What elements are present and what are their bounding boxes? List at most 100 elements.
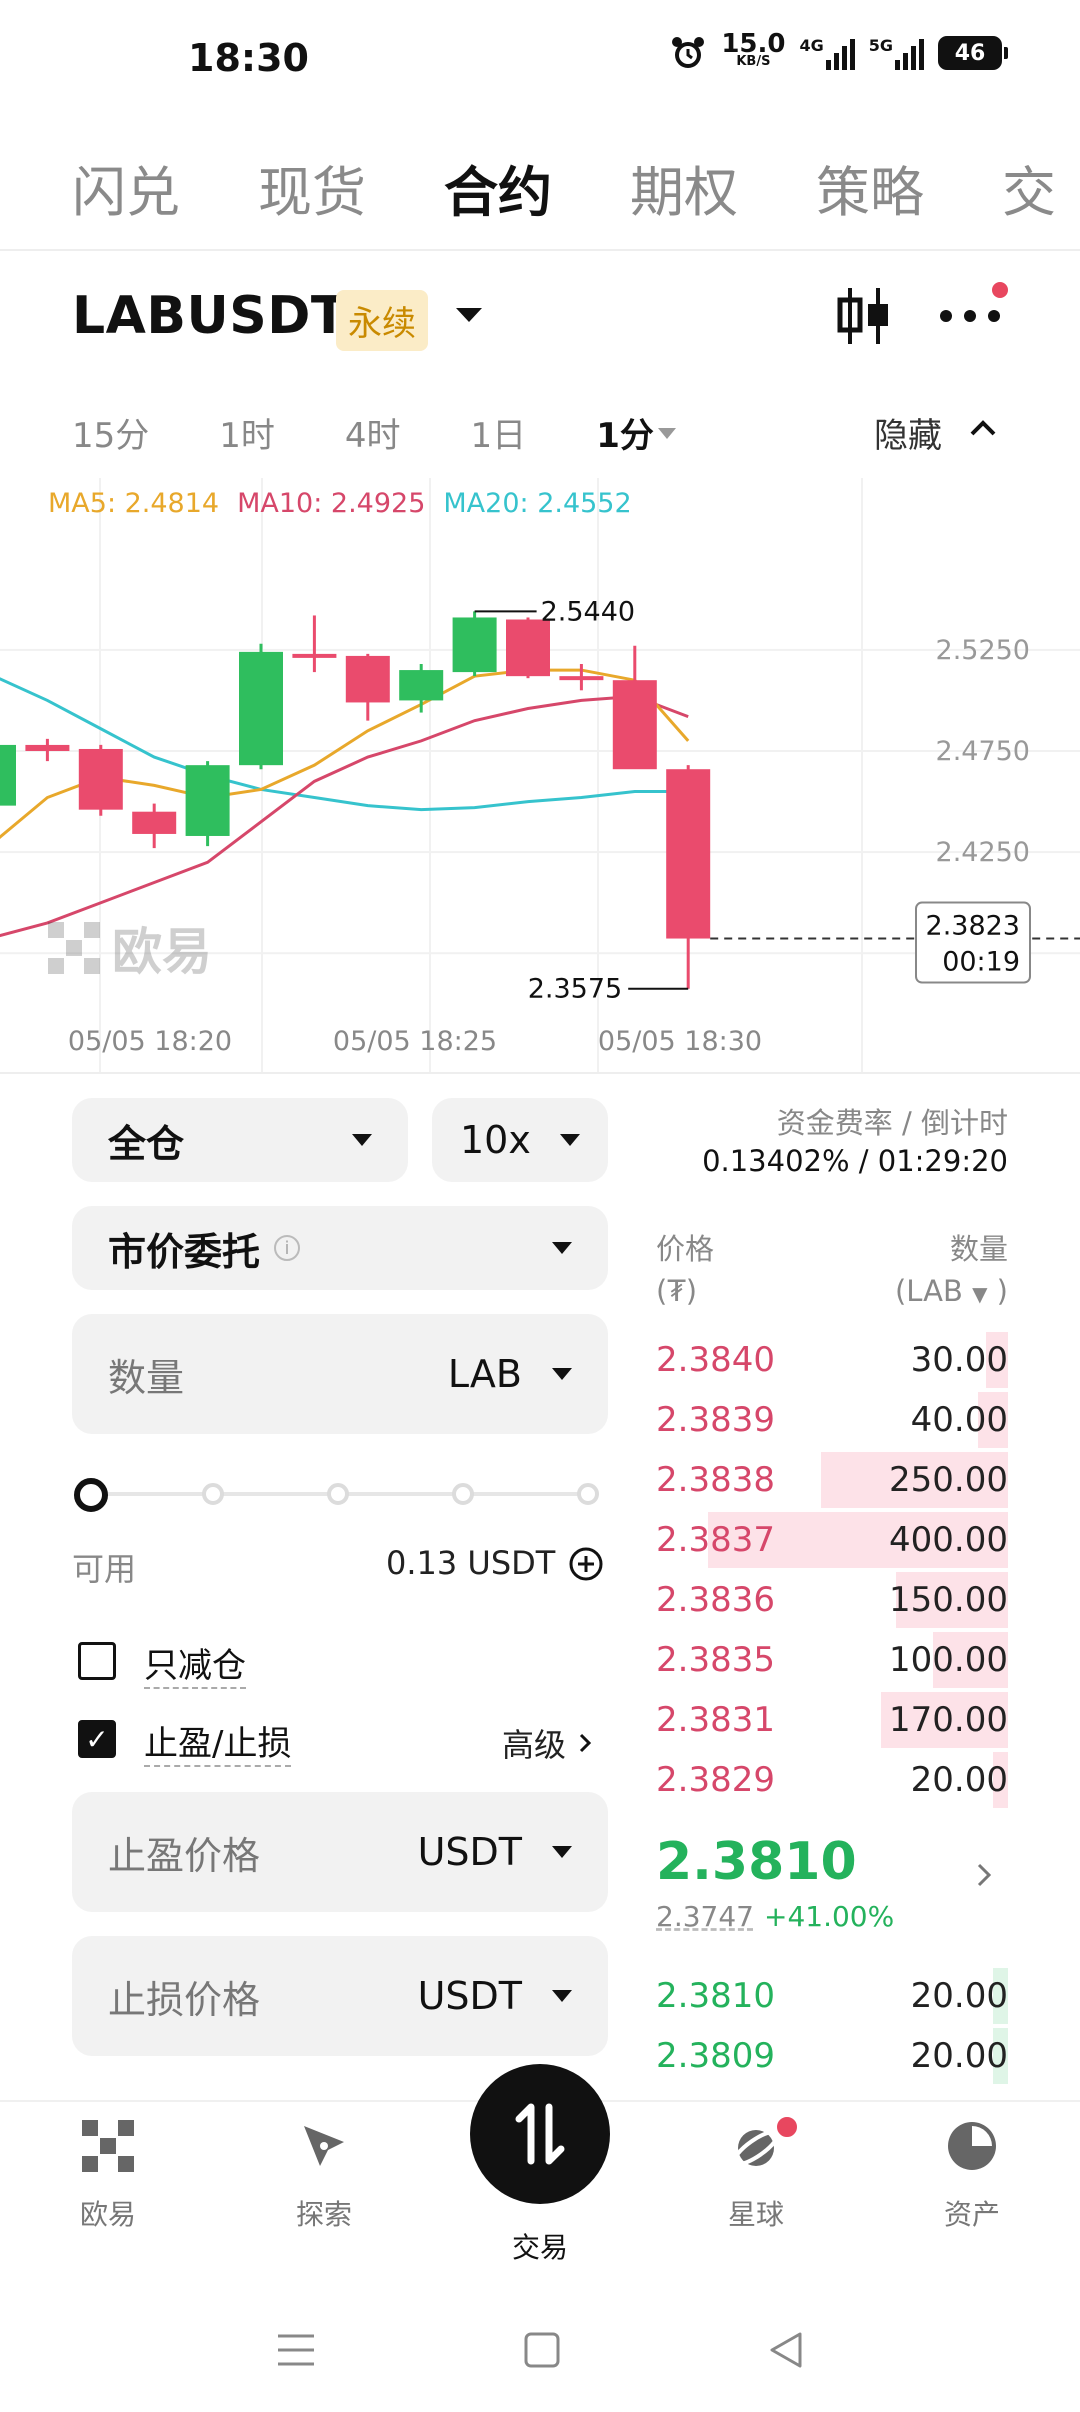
ob-qty-header: 数量 (LAB ▼ ) [895, 1228, 1008, 1315]
ask-row[interactable]: 2.3840 30.00 [656, 1330, 1008, 1390]
notification-dot [992, 282, 1008, 298]
margin-mode-select[interactable]: 全仓 [72, 1098, 408, 1182]
trade-button[interactable] [470, 2064, 610, 2204]
slider-step-25[interactable] [202, 1483, 224, 1505]
candle-body [185, 765, 230, 836]
ask-row[interactable]: 2.3829 20.00 [656, 1750, 1008, 1810]
tp-sl-checkbox[interactable]: ✓ [78, 1720, 116, 1758]
ask-row[interactable]: 2.3835 100.00 [656, 1630, 1008, 1690]
back-icon[interactable] [766, 2330, 806, 2370]
divider [0, 249, 1080, 251]
ask-quantity: 400.00 [889, 1520, 1008, 1560]
tf-15m[interactable]: 15分 [72, 408, 149, 457]
compass-icon [304, 2126, 344, 2166]
candle-body [399, 670, 444, 701]
tab-spot[interactable]: 现货 [258, 148, 366, 252]
pie-chart-icon [948, 2122, 996, 2170]
price-change: +41.00% [763, 1900, 895, 1933]
leverage-select[interactable]: 10x [432, 1098, 608, 1182]
chevron-right-icon[interactable] [976, 1862, 992, 1888]
ask-row[interactable]: 2.3831 170.00 [656, 1690, 1008, 1750]
bid-quantity: 20.00 [910, 1976, 1008, 2016]
tab-strategy[interactable]: 策略 [816, 148, 924, 252]
candle-body [239, 651, 283, 766]
tab-futures[interactable]: 合约 [444, 148, 552, 252]
quantity-unit[interactable]: LAB [448, 1352, 522, 1396]
ask-row[interactable]: 2.3839 40.00 [656, 1390, 1008, 1450]
amount-slider-knob[interactable] [74, 1478, 108, 1512]
pair-symbol[interactable]: LABUSDT [72, 286, 347, 346]
battery-icon: 46 [938, 36, 1008, 70]
product-tabs: 闪兑 现货 合约 期权 策略 交 [0, 148, 1080, 252]
tf-dropdown-icon[interactable] [658, 428, 676, 439]
home-icon[interactable] [522, 2330, 562, 2370]
notification-dot [774, 2114, 800, 2140]
low-price-label: 2.3575 [528, 974, 622, 1005]
slider-step-50[interactable] [327, 1483, 349, 1505]
quantity-input[interactable]: 数量 LAB [72, 1314, 608, 1434]
reduce-only-checkbox[interactable] [78, 1642, 116, 1680]
candle-body [612, 680, 657, 770]
ask-quantity: 250.00 [889, 1460, 1008, 1500]
y-tick-label: 2.4750 [936, 736, 1030, 767]
ask-row[interactable]: 2.3838 250.00 [656, 1450, 1008, 1510]
more-icon[interactable] [940, 310, 1000, 322]
candle-body [506, 619, 550, 677]
last-price-label: 2.3823 [926, 911, 1020, 942]
divider [0, 1072, 1080, 1074]
perpetual-badge: 永续 [336, 290, 428, 351]
tf-1d[interactable]: 1日 [471, 408, 527, 457]
ask-price: 2.3837 [656, 1520, 775, 1560]
nav-discover[interactable]: 探索 [224, 2120, 424, 2233]
ask-price: 2.3836 [656, 1580, 775, 1620]
ask-row[interactable]: 2.3837 400.00 [656, 1510, 1008, 1570]
advanced-link[interactable]: 高级 [502, 1720, 592, 1766]
candle-body [78, 748, 123, 810]
bid-row[interactable]: 2.3810 20.00 [656, 1966, 1008, 2026]
kline-chart[interactable]: 2.5250 2.4750 2.4250 2.5440 2.3575 2.3823 00:1… [0, 478, 1080, 1074]
ma10-label: MA10: 2.4925 [237, 488, 426, 519]
swap-arrows-icon [515, 2103, 565, 2165]
tab-more[interactable]: 交 [1002, 148, 1056, 252]
reduce-only-label[interactable]: 只减仓 [144, 1638, 246, 1689]
nav-assets[interactable]: 资产 [872, 2120, 1072, 2233]
nav-okx[interactable]: 欧易 [8, 2120, 208, 2233]
tab-options[interactable]: 期权 [630, 148, 738, 252]
funding-label: 资金费率 / 倒计时 [776, 1106, 1008, 1140]
alarm-icon [672, 37, 705, 68]
sl-price-input[interactable]: 止损价格 USDT [72, 1936, 608, 2056]
candle-body [559, 676, 604, 681]
okx-logo-icon [82, 2120, 134, 2172]
candle-body [452, 617, 497, 673]
nav-planet[interactable]: 星球 [656, 2120, 856, 2233]
slider-step-100[interactable] [577, 1483, 599, 1505]
bid-row[interactable]: 2.3809 20.00 [656, 2026, 1008, 2086]
menu-icon[interactable] [276, 2330, 316, 2370]
pair-dropdown-icon[interactable] [456, 308, 482, 322]
available-label: 可用 [72, 1550, 137, 1588]
tf-1m[interactable]: 1分 [596, 408, 654, 457]
tab-swap[interactable]: 闪兑 [72, 148, 180, 252]
hide-chart-button[interactable]: 隐藏 [874, 408, 942, 457]
info-icon[interactable]: i [274, 1235, 301, 1261]
bid-quantity: 20.00 [910, 2036, 1008, 2076]
tp-price-input[interactable]: 止盈价格 USDT [72, 1792, 608, 1912]
order-type-select[interactable]: 市价委托 i [72, 1206, 608, 1290]
chevron-up-icon[interactable] [968, 418, 998, 438]
ask-price: 2.3829 [656, 1760, 775, 1800]
tp-sl-label[interactable]: 止盈/止损 [144, 1716, 292, 1767]
tf-4h[interactable]: 4时 [345, 408, 401, 457]
ma-legend: MA5: 2.4814 MA10: 2.4925 MA20: 2.4552 [48, 488, 632, 519]
last-price: 2.3810 [656, 1832, 857, 1892]
ask-row[interactable]: 2.3836 150.00 [656, 1570, 1008, 1630]
ob-qty-unit-select[interactable]: (LAB ▼ ) [895, 1270, 1008, 1315]
nav-trade-label[interactable]: 交易 [440, 2226, 640, 2266]
tf-1h[interactable]: 1时 [219, 408, 275, 457]
y-tick-label: 2.5250 [936, 635, 1030, 666]
add-circle-icon[interactable] [568, 1546, 604, 1582]
candlestick-icon[interactable] [834, 284, 894, 348]
caret-down-icon [552, 1368, 572, 1380]
candle-body [132, 811, 177, 834]
ask-quantity: 100.00 [889, 1640, 1008, 1680]
slider-step-75[interactable] [452, 1483, 474, 1505]
